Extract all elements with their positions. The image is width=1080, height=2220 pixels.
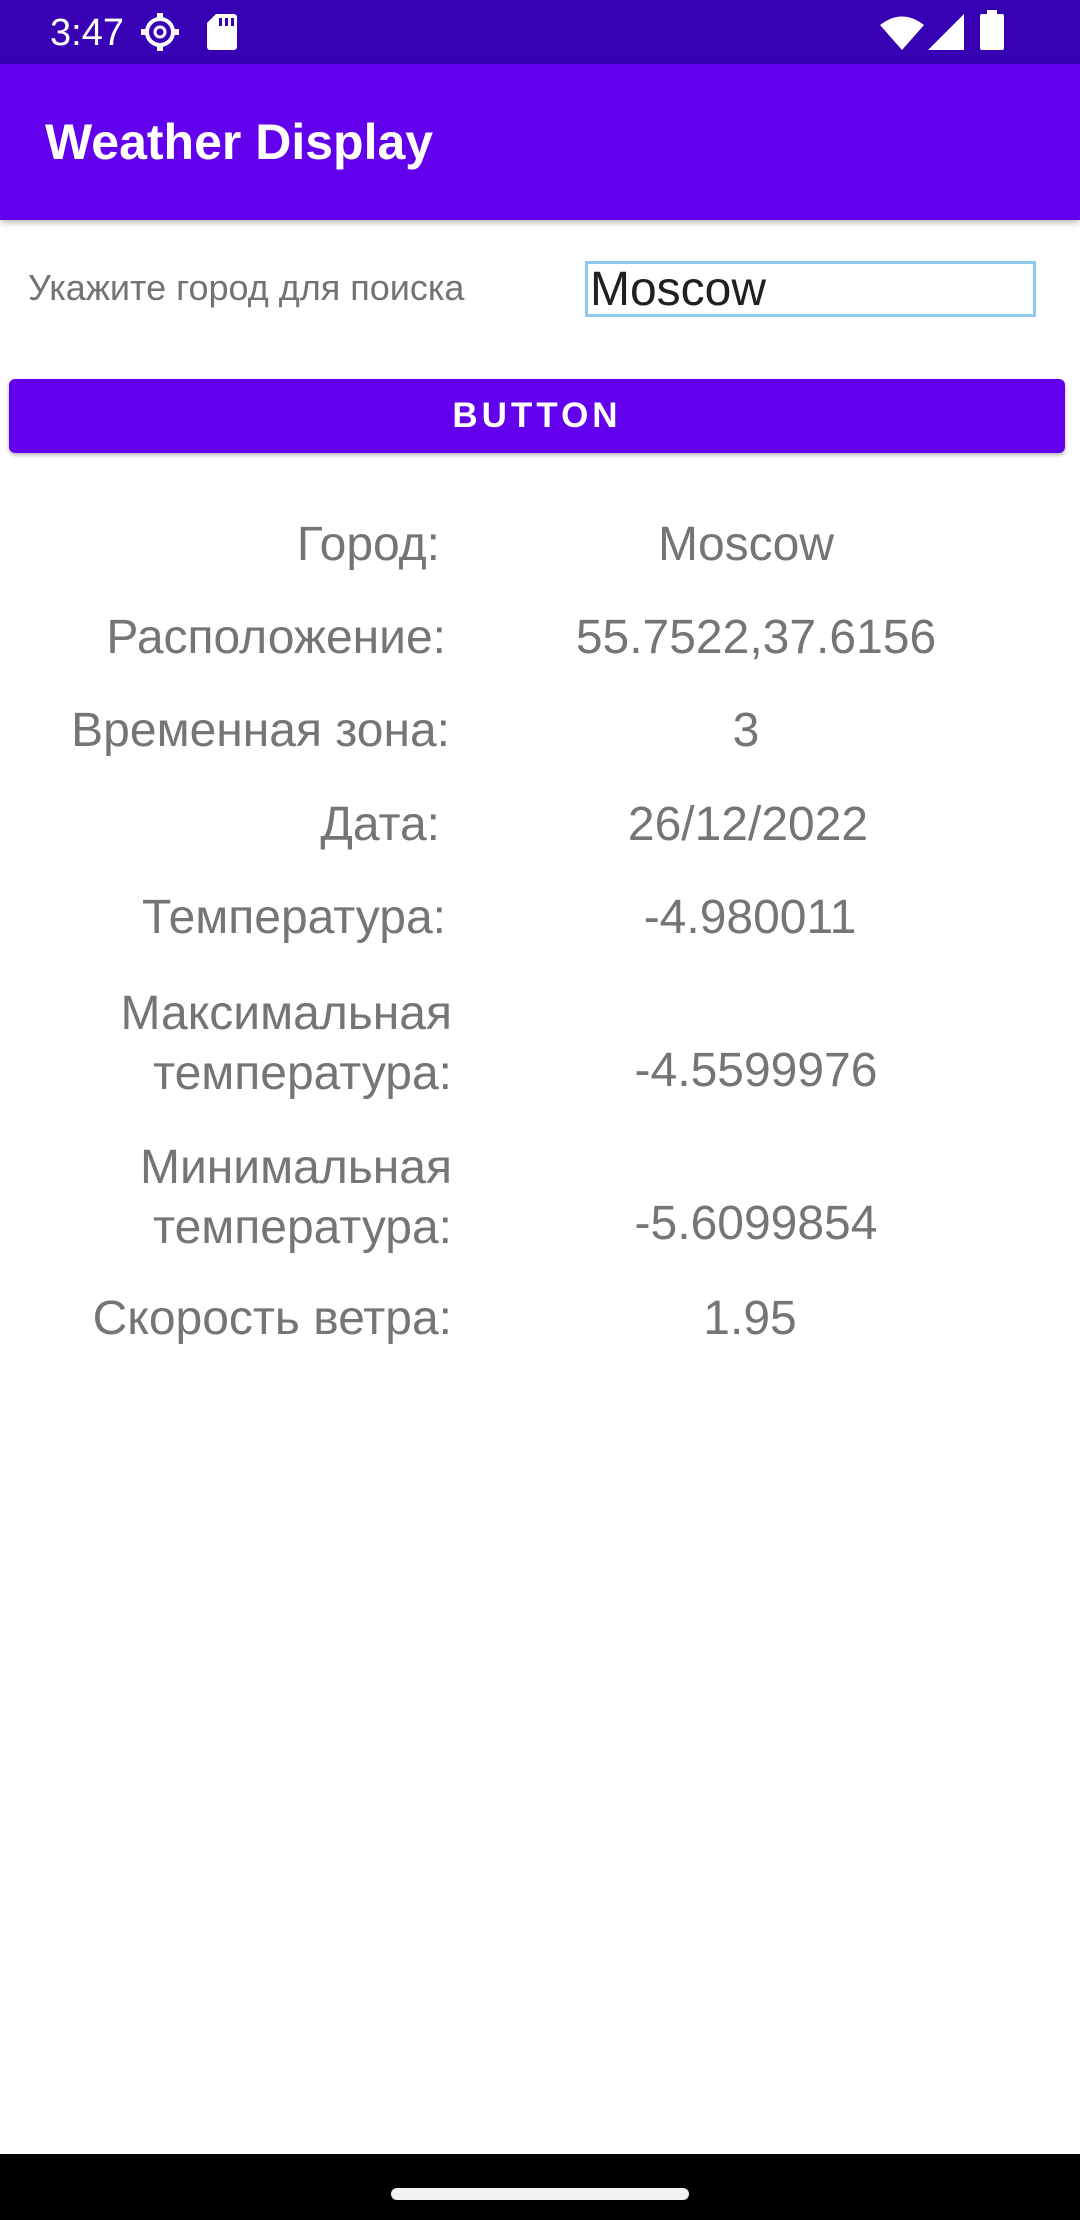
min-temperature-label: Минимальная температура:: [140, 1138, 452, 1258]
city-input[interactable]: [585, 261, 1036, 317]
city-search-label: Укажите город для поиска: [28, 267, 465, 308]
date-label: Дата:: [320, 798, 440, 851]
sd-card-icon: [207, 14, 237, 55]
app-title: Weather Display: [45, 114, 434, 170]
timezone-value: 3: [732, 704, 760, 757]
min-temperature-value: -5.6099854: [634, 1197, 878, 1250]
max-temperature-label-line1: Максимальная: [120, 987, 452, 1040]
home-gesture-handle[interactable]: [391, 2188, 689, 2200]
temperature-value: -4.980011: [643, 891, 857, 944]
location-label: Расположение:: [106, 611, 446, 664]
min-temperature-label-line2: температура:: [153, 1201, 452, 1254]
search-button[interactable]: BUTTON: [9, 379, 1065, 453]
status-bar: 3:47: [0, 0, 1080, 64]
timezone-label: Временная зона:: [71, 704, 450, 757]
settings-gear-icon: [140, 12, 180, 57]
app-bar: Weather Display: [0, 64, 1080, 220]
location-value: 55.7522,37.6156: [575, 611, 937, 664]
city-label: Город:: [296, 518, 440, 571]
max-temperature-value: -4.5599976: [634, 1044, 878, 1097]
battery-icon: [980, 10, 1004, 55]
screen: 3:47 Weather Display Укажите город для п…: [0, 0, 1080, 2220]
wifi-icon: [880, 16, 924, 55]
wind-speed-label: Скорость ветра:: [92, 1292, 452, 1345]
max-temperature-label: Максимальная температура:: [121, 984, 452, 1104]
temperature-label: Температура:: [141, 891, 446, 944]
wind-speed-value: 1.95: [703, 1292, 797, 1345]
navigation-bar: [0, 2154, 1080, 2220]
city-value: Moscow: [657, 518, 835, 571]
cell-signal-icon: [928, 14, 964, 55]
max-temperature-label-line2: температура:: [153, 1047, 452, 1100]
date-value: 26/12/2022: [627, 798, 869, 851]
status-time: 3:47: [50, 12, 124, 54]
min-temperature-label-line1: Минимальная: [139, 1141, 452, 1194]
